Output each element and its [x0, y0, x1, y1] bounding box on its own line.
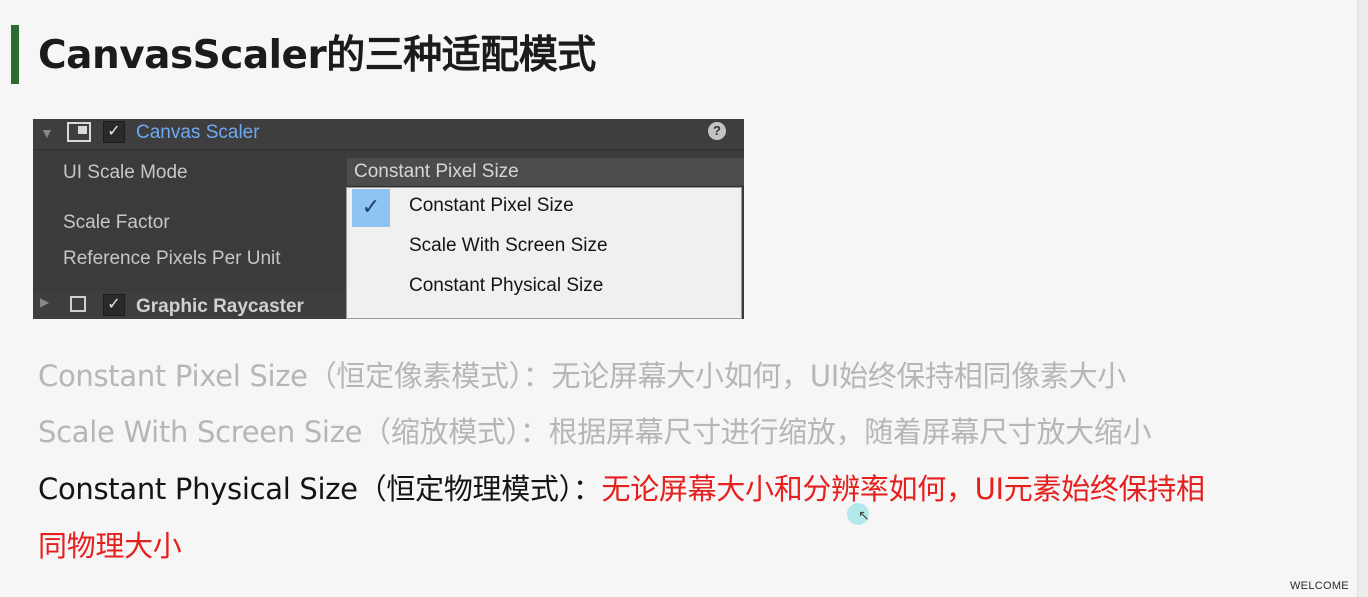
checkmark-icon: ✓: [352, 189, 390, 227]
fold-arrow-icon[interactable]: ▼: [40, 125, 54, 141]
dropdown-selected-value: Constant Pixel Size: [354, 161, 519, 182]
menu-item-constant-physical-size[interactable]: Constant Physical Size: [347, 268, 741, 306]
component-enable-checkbox[interactable]: ✓: [103, 121, 125, 143]
raycaster-icon: [70, 296, 86, 312]
footer-watermark: WELCOME: [1290, 580, 1349, 592]
component-name: Canvas Scaler: [136, 122, 260, 143]
canvas-scaler-icon: [67, 122, 91, 142]
mode-name: Scale With Screen Size: [38, 415, 363, 449]
mode-cn-name: （恒定物理模式）：: [357, 472, 602, 506]
mode-description: 无论屏幕大小如何，UI始终保持相同像素大小: [551, 359, 1127, 393]
canvas-scaler-header[interactable]: ▼ ✓ Canvas Scaler ?: [33, 119, 744, 150]
description-constant-physical-size: Constant Physical Size（恒定物理模式）：无论屏幕大小和分辨…: [38, 470, 1205, 508]
menu-item-label: Scale With Screen Size: [409, 235, 608, 256]
mode-name: Constant Physical Size: [38, 472, 358, 506]
mode-cn-name: （恒定像素模式）：: [307, 359, 552, 393]
menu-item-constant-pixel-size[interactable]: ✓ Constant Pixel Size: [347, 188, 741, 227]
description-constant-pixel-size: Constant Pixel Size（恒定像素模式）：无论屏幕大小如何，UI始…: [38, 357, 1126, 395]
mouse-cursor-icon: ↖: [858, 508, 870, 524]
slide-title: CanvasScaler的三种适配模式: [38, 33, 596, 78]
fold-arrow-icon[interactable]: ▶: [40, 295, 49, 309]
mode-cn-name: （缩放模式）：: [362, 415, 549, 449]
scale-factor-label: Scale Factor: [63, 212, 170, 233]
graphic-raycaster-header[interactable]: ▶ ✓ Graphic Raycaster: [33, 291, 346, 319]
ui-scale-mode-dropdown[interactable]: Constant Pixel Size: [347, 158, 744, 187]
help-icon[interactable]: ?: [708, 122, 726, 140]
reference-pixels-label: Reference Pixels Per Unit: [63, 248, 281, 269]
menu-item-label: Constant Physical Size: [409, 275, 604, 296]
menu-item-label: Constant Pixel Size: [409, 195, 574, 216]
raycaster-enable-checkbox[interactable]: ✓: [103, 294, 125, 316]
window-scrollbar[interactable]: [1357, 0, 1368, 597]
description-scale-with-screen-size: Scale With Screen Size（缩放模式）：根据屏幕尺寸进行缩放，…: [38, 413, 1152, 451]
scale-mode-menu: ✓ Constant Pixel Size Scale With Screen …: [346, 187, 742, 319]
title-accent-bar: [11, 25, 19, 84]
mode-description: 根据屏幕尺寸进行缩放，随着屏幕尺寸放大缩小: [548, 415, 1152, 449]
component-name: Graphic Raycaster: [136, 296, 304, 317]
ui-scale-mode-label: UI Scale Mode: [63, 162, 188, 183]
mode-name: Constant Pixel Size: [38, 359, 308, 393]
description-constant-physical-size-cont: 同物理大小: [38, 529, 182, 563]
unity-inspector-panel: ▼ ✓ Canvas Scaler ? UI Scale Mode Consta…: [33, 119, 744, 319]
mode-description: 无论屏幕大小和分辨率如何，UI元素始终保持相: [601, 472, 1205, 506]
menu-item-scale-with-screen-size[interactable]: Scale With Screen Size: [347, 228, 741, 266]
